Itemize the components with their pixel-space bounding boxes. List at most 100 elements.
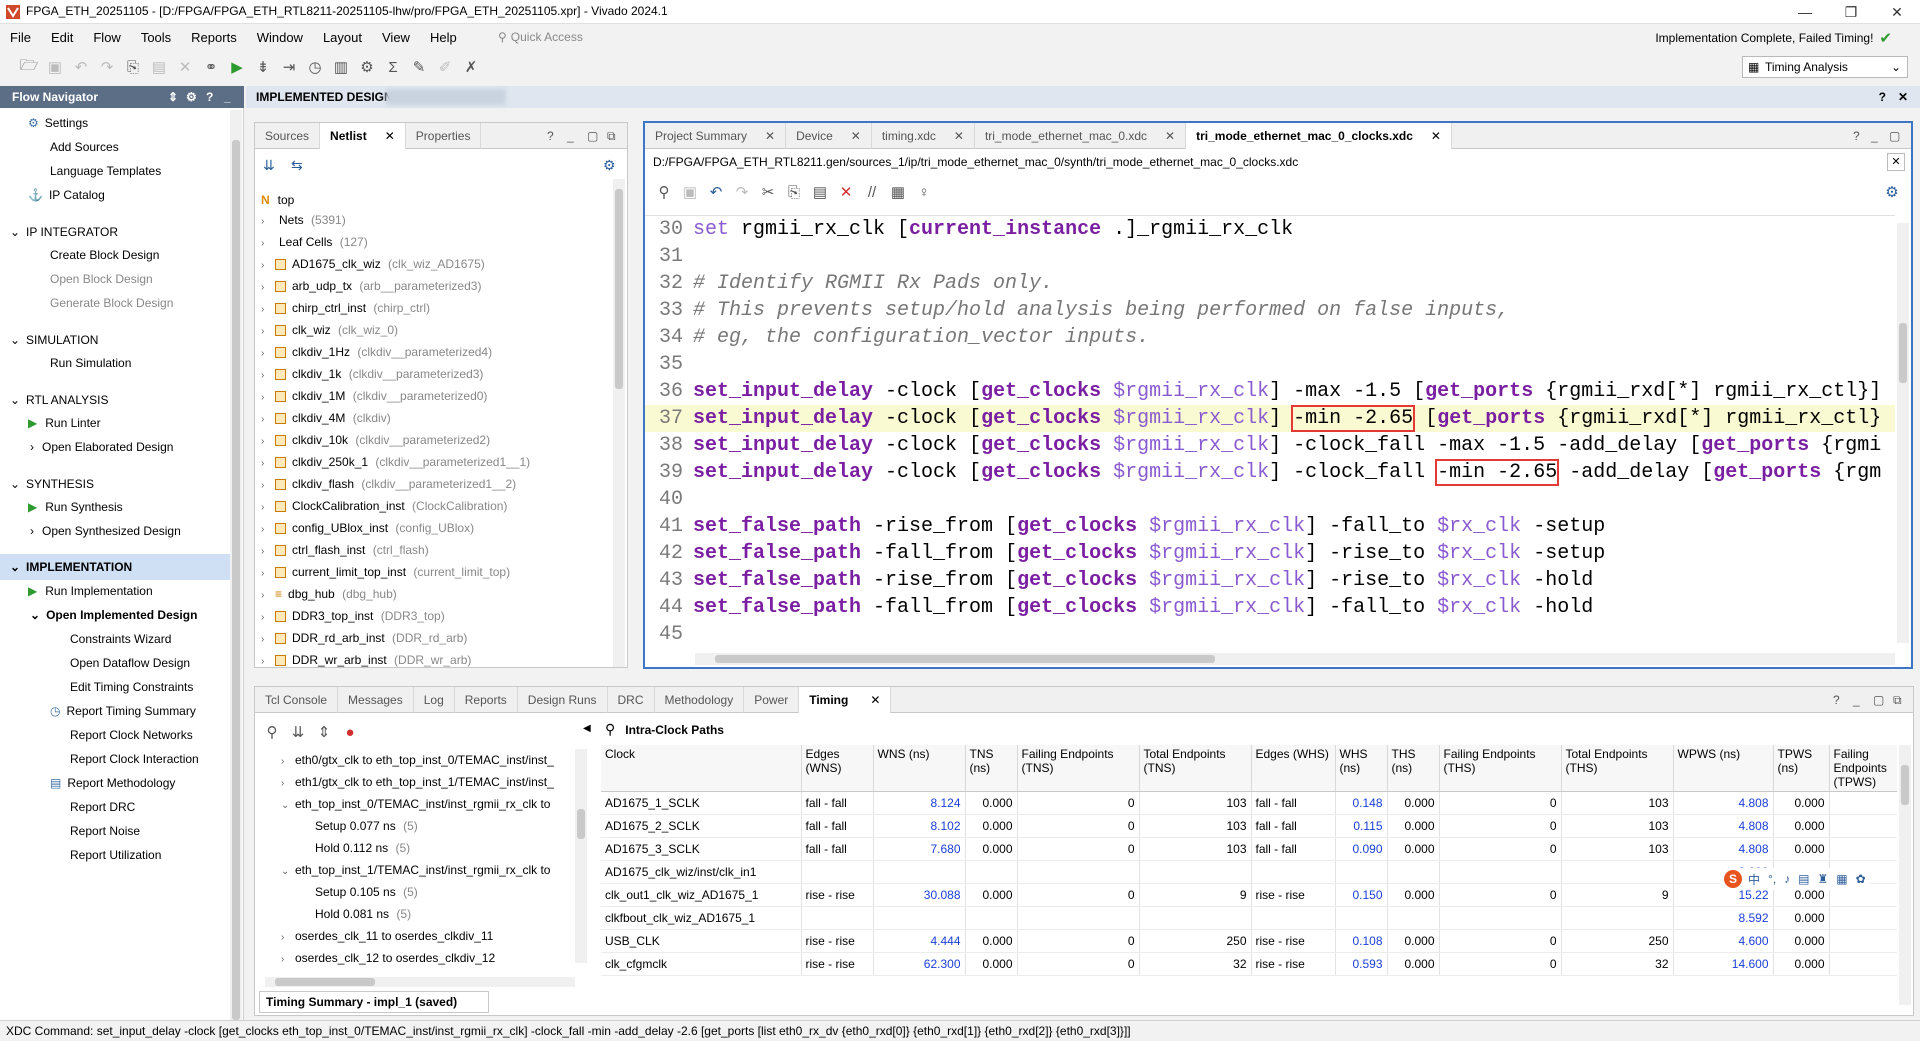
netlist-row[interactable]: › chirp_ctrl_inst (chirp_ctrl)	[261, 297, 601, 319]
menu-layout[interactable]: Layout	[313, 26, 372, 50]
netlist-row[interactable]: › clk_wiz (clk_wiz_0)	[261, 319, 601, 341]
close-icon[interactable]: ✕	[1887, 153, 1905, 171]
column-header[interactable]: Failing Endpoints (THS)	[1439, 745, 1562, 792]
help-icon[interactable]: ?	[1833, 693, 1840, 707]
gear-icon[interactable]: ⚙	[1879, 179, 1905, 205]
netlist-row[interactable]: › DDR3_top_inst (DDR3_top)	[261, 605, 601, 627]
help-icon[interactable]: ?	[206, 86, 213, 108]
tab-drc[interactable]: DRC	[608, 686, 655, 713]
float-panel-icon[interactable]: ⧉	[607, 129, 616, 144]
minimize-panel-icon[interactable]: _	[1871, 129, 1878, 143]
layout-select[interactable]: ▦ Timing Analysis ⌄	[1742, 56, 1908, 78]
timing-tree-hscroll-thumb[interactable]	[275, 978, 375, 986]
column-header[interactable]: TPWS (ns)	[1773, 745, 1830, 792]
maximize-panel-icon[interactable]: ▢	[587, 129, 598, 143]
timing-tree-row[interactable]: ⌄ eth_top_inst_1/TEMAC_inst/inst_rgmii_rx…	[281, 859, 587, 881]
netlist-row[interactable]: › ≡ dbg_hub (dbg_hub)	[261, 583, 601, 605]
menu-tools[interactable]: Tools	[131, 26, 181, 50]
chevron-right-icon[interactable]: ›	[261, 211, 275, 233]
run-synthesis-item[interactable]: ▶ Run Synthesis	[28, 498, 123, 516]
redo-icon[interactable]: ↷	[94, 54, 120, 80]
chevron-right-icon[interactable]: ›	[281, 927, 295, 949]
timing-tree-row[interactable]: › oserdes_clk_12 to oserdes_clkdiv_12	[281, 947, 587, 969]
column-header[interactable]: Failing Endpoints (TPWS)	[1829, 745, 1897, 792]
collapse-all-icon[interactable]: ⇊	[263, 157, 275, 174]
netlist-row[interactable]: › arb_udp_tx (arb__parameterized3)	[261, 275, 601, 297]
code-line[interactable]: 38 set_input_delay -clock [get_clocks $rg…	[645, 432, 1895, 459]
close-icon[interactable]: ✕	[385, 129, 395, 143]
column-header[interactable]: Edges (WNS)	[801, 745, 874, 792]
sigma-icon[interactable]: Σ	[380, 54, 406, 80]
netlist-row[interactable]: › clkdiv_10k (clkdiv__parameterized2)	[261, 429, 601, 451]
ip-catalog-item[interactable]: ⚓ IP Catalog	[28, 186, 105, 204]
code-vscrollbar[interactable]	[1897, 223, 1909, 643]
code-line[interactable]: 30 set rgmii_rx_clk [current_instance .]_…	[645, 216, 1895, 243]
chevron-right-icon[interactable]: ›	[261, 343, 275, 365]
column-header[interactable]: Clock	[601, 745, 802, 792]
collapse-left-icon[interactable]: ◀	[583, 723, 591, 734]
report-timing-summary-item[interactable]: ◷ Report Timing Summary	[50, 702, 196, 720]
chevron-right-icon[interactable]: ›	[261, 365, 275, 387]
undo-icon[interactable]: ↶	[68, 54, 94, 80]
netlist-row[interactable]: › clkdiv_flash (clkdiv__parameterized1__2…	[261, 473, 601, 495]
lightbulb-icon[interactable]: ♀	[911, 179, 937, 205]
chevron-right-icon[interactable]: ›	[261, 453, 275, 475]
chevron-down-icon[interactable]: ⌄	[281, 861, 295, 883]
constraints-wizard-item[interactable]: Constraints Wizard	[70, 630, 171, 648]
gear-icon[interactable]: ⚙	[354, 54, 380, 80]
code-line[interactable]: 40	[645, 486, 1895, 513]
open-project-icon[interactable]: 🗁	[16, 54, 42, 80]
column-header[interactable]: Total Endpoints (TNS)	[1139, 745, 1252, 792]
run-simulation-item[interactable]: Run Simulation	[50, 354, 131, 372]
netlist-row[interactable]: › clkdiv_1Hz (clkdiv__parameterized4)	[261, 341, 601, 363]
maximize-panel-icon[interactable]: ▢	[1889, 129, 1900, 143]
expand-all-icon[interactable]: ⇕	[311, 719, 337, 745]
help-icon[interactable]: ?	[1853, 129, 1860, 143]
quick-access-search[interactable]: ⚲ Quick Access	[498, 27, 618, 47]
table-vscroll-thumb[interactable]	[1901, 765, 1909, 805]
rtl-analysis-section[interactable]: ⌄ RTL ANALYSIS	[10, 391, 108, 409]
timing-tree-vscroll-thumb[interactable]	[577, 809, 585, 839]
netlist-row[interactable]: › ctrl_flash_inst (ctrl_flash)	[261, 539, 601, 561]
tab-timing-xdc[interactable]: timing.xdc ✕	[872, 122, 975, 149]
tab-power[interactable]: Power	[744, 686, 800, 713]
close-icon[interactable]: ✕	[870, 687, 880, 713]
tab-log[interactable]: Log	[414, 686, 455, 713]
netlist-row[interactable]: › clkdiv_250k_1 (clkdiv__parameterized1__…	[261, 451, 601, 473]
search-icon[interactable]: ⚲	[605, 721, 615, 738]
table-row[interactable]: AD1675_2_SCLK fall - fall 8.102 0.000 0 103 fa…	[601, 814, 1897, 838]
add-sources-item[interactable]: Add Sources	[50, 138, 119, 156]
code-hscrollbar[interactable]	[695, 653, 1895, 665]
tab-timing[interactable]: Timing ✕	[799, 686, 892, 713]
timing-tree-vscrollbar[interactable]	[575, 749, 587, 963]
tab-tri-mode-clocks-xdc[interactable]: tri_mode_ethernet_mac_0_clocks.xdc ✕	[1186, 122, 1452, 149]
open-implemented-design-item[interactable]: ⌄ Open Implemented Design	[30, 606, 197, 624]
netlist-row[interactable]: › current_limit_top_inst (current_limit_t…	[261, 561, 601, 583]
open-block-design-item[interactable]: Open Block Design	[50, 270, 153, 288]
chevron-right-icon[interactable]: ›	[261, 233, 275, 255]
chevron-right-icon[interactable]: ›	[261, 277, 275, 299]
column-header[interactable]: THS (ns)	[1387, 745, 1440, 792]
report-clock-interaction-item[interactable]: Report Clock Interaction	[70, 750, 199, 768]
chevron-right-icon[interactable]: ›	[261, 497, 275, 519]
copy-icon[interactable]: ⎘	[781, 179, 807, 205]
open-synthesized-design-item[interactable]: › Open Synthesized Design	[30, 522, 181, 540]
code-line[interactable]: 34 # eg, the configuration_vector inputs.	[645, 324, 1895, 351]
error-icon[interactable]: ●	[337, 719, 363, 745]
simulation-section[interactable]: ⌄ SIMULATION	[10, 331, 98, 349]
netlist-row[interactable]: › clkdiv_4M (clkdiv)	[261, 407, 601, 429]
delete-icon[interactable]: ✕	[833, 179, 859, 205]
close-icon[interactable]: ✕	[1874, 0, 1920, 24]
code-line[interactable]: 39 set_input_delay -clock [get_clocks $rg…	[645, 459, 1895, 486]
code-line[interactable]: 35	[645, 351, 1895, 378]
menu-reports[interactable]: Reports	[181, 26, 247, 50]
chevron-right-icon[interactable]: ›	[261, 519, 275, 541]
comment-icon[interactable]: //	[859, 179, 885, 205]
netlist-row[interactable]: › clkdiv_1k (clkdiv__parameterized3)	[261, 363, 601, 385]
chevron-right-icon[interactable]: ›	[261, 475, 275, 497]
chevron-right-icon[interactable]: ›	[261, 255, 275, 277]
table-row[interactable]: AD1675_3_SCLK fall - fall 7.680 0.000 0 103 fa…	[601, 837, 1897, 861]
column-header[interactable]: Total Endpoints (THS)	[1561, 745, 1674, 792]
binoculars-icon[interactable]: ⚭	[198, 54, 224, 80]
help-icon[interactable]: ?	[547, 129, 554, 143]
